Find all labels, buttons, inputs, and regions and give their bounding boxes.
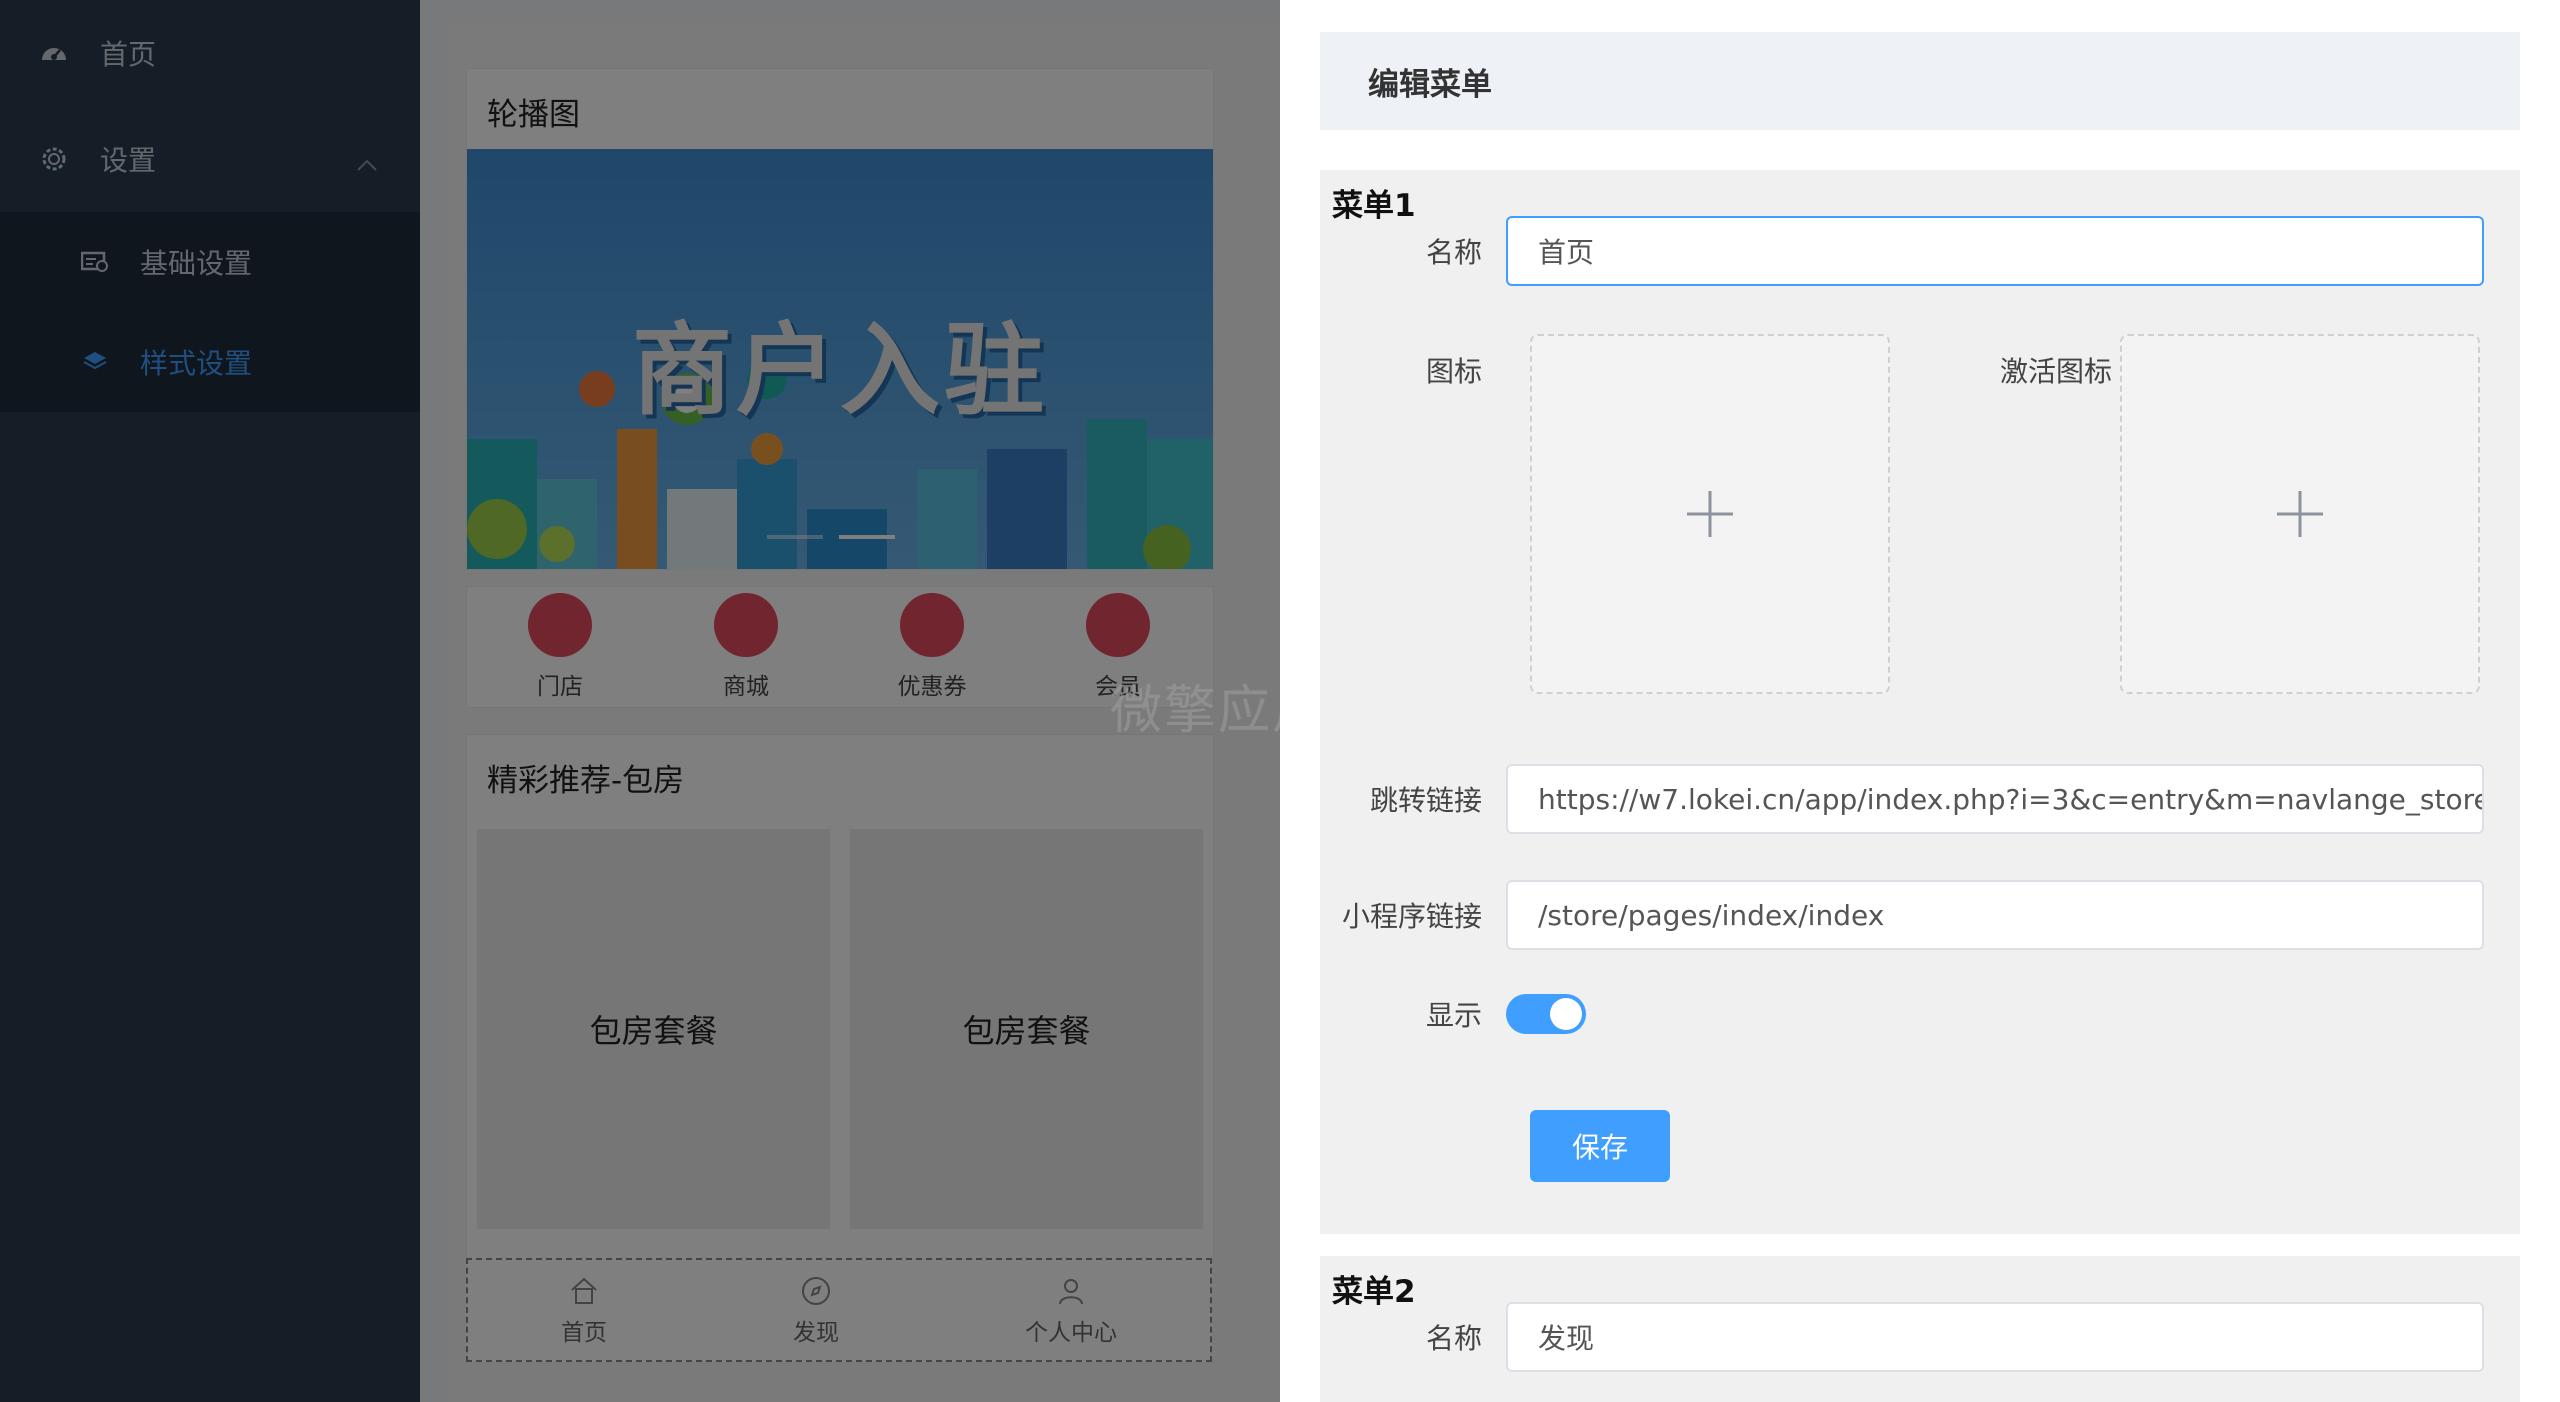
name-input[interactable]: 首页 [1506,216,2484,286]
mini-link-label: 小程序链接 [1341,900,1482,933]
show-row: 显示 [1320,994,1586,1034]
show-label: 显示 [1425,999,1482,1032]
name-label: 名称 [1425,1322,1482,1355]
save-row: 保存 [1530,1110,1670,1182]
drawer-title: 编辑菜单 [1320,32,2520,130]
icon-label-row: 图标 [1320,350,1506,390]
name-label: 名称 [1425,236,1482,269]
link-label: 跳转链接 [1369,784,1482,817]
modal-overlay[interactable] [0,0,1280,1402]
edit-menu-drawer: 编辑菜单 菜单1 名称 首页 图标 激活图标 跳转链接 https://w7.l… [1280,0,2560,1402]
link-row: 跳转链接 https://w7.lokei.cn/app/index.php?i… [1320,764,2484,834]
plus-icon [1687,491,1733,537]
link-input[interactable]: https://w7.lokei.cn/app/index.php?i=3&c=… [1506,764,2484,834]
name-row: 名称 发现 [1320,1302,2484,1372]
icon-label: 图标 [1425,355,1482,388]
name-row: 名称 首页 [1320,216,2484,286]
menu-block-1: 菜单1 名称 首页 图标 激活图标 跳转链接 https://w7.lokei.… [1320,170,2520,1234]
show-toggle[interactable] [1506,994,1586,1034]
mini-link-input[interactable]: /store/pages/index/index [1506,880,2484,950]
active-icon-uploader[interactable] [2120,334,2480,694]
icon-uploader[interactable] [1530,334,1890,694]
save-button[interactable]: 保存 [1530,1110,1670,1182]
mini-link-row: 小程序链接 /store/pages/index/index [1320,880,2484,950]
active-icon-label: 激活图标 [1999,355,2112,388]
name-input[interactable]: 发现 [1506,1302,2484,1372]
menu-block-2: 菜单2 名称 发现 [1320,1256,2520,1402]
plus-icon [2277,491,2323,537]
